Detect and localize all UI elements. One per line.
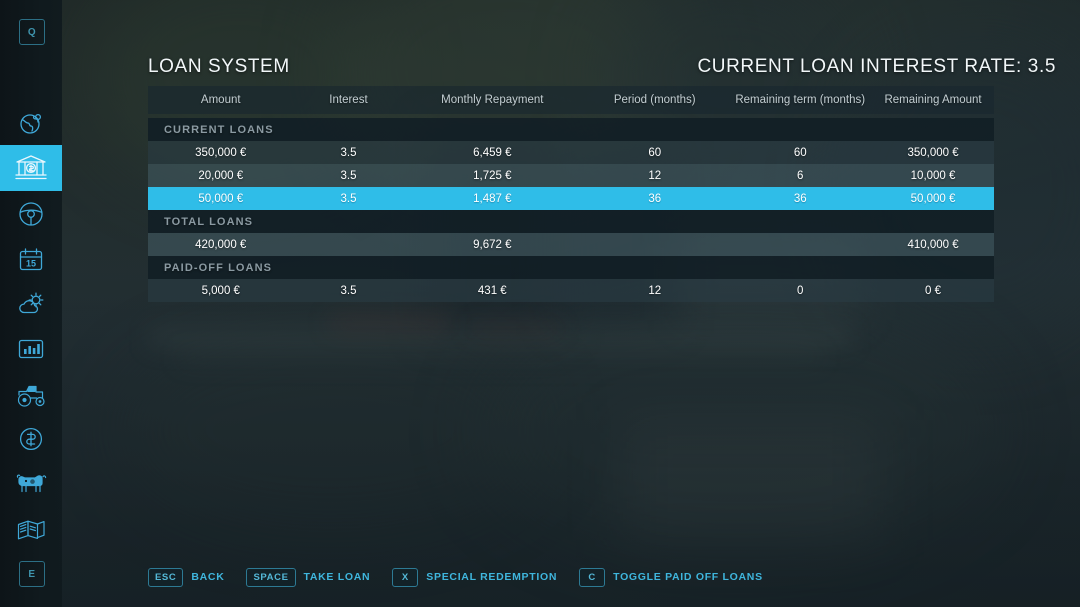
cell-interest: 3.5 — [340, 146, 357, 159]
sidebar: Q 15 E — [0, 0, 62, 607]
sidebar-item-contracts[interactable] — [0, 507, 62, 553]
sidebar-item-weather[interactable] — [0, 281, 62, 327]
table-row[interactable]: 20,000 € 3.5 1,725 € 12 6 10,000 € — [148, 164, 994, 187]
column-header-remaining-amount: Remaining Amount — [884, 94, 982, 106]
cell-monthly-repayment: 1,725 € — [473, 169, 512, 182]
hint-back[interactable]: ESC BACK — [148, 567, 225, 587]
cell-period: 12 — [648, 169, 662, 182]
cell-monthly-repayment: 1,487 € — [473, 192, 512, 205]
cell-interest — [294, 233, 404, 256]
price-icon — [17, 425, 45, 453]
section-title: PAID-OFF LOANS — [164, 261, 273, 274]
cell-remaining-term: 6 — [797, 169, 804, 182]
cell-remaining-term: 36 — [793, 192, 807, 205]
column-header-interest: Interest — [329, 94, 368, 106]
sidebar-item-statistics[interactable] — [0, 326, 62, 372]
table-row-selected[interactable]: 50,000 € 3.5 1,487 € 36 36 50,000 € — [148, 187, 994, 210]
cell-amount: 5,000 € — [201, 284, 240, 297]
hint-special-redemption[interactable]: X SPECIAL REDEMPTION — [392, 567, 558, 587]
calendar-icon: 15 — [17, 246, 45, 274]
cell-amount: 20,000 € — [198, 169, 244, 182]
section-title: CURRENT LOANS — [164, 123, 274, 136]
sidebar-next-tab-key[interactable]: E — [19, 561, 45, 587]
steering-wheel-icon — [17, 200, 45, 228]
sidebar-item-vehicles[interactable] — [0, 191, 62, 237]
column-header-monthly-repayment: Monthly Repayment — [441, 94, 544, 106]
cell-amount: 50,000 € — [198, 192, 244, 205]
cell-remaining-amount: 410,000 € — [907, 238, 959, 251]
cell-period: 12 — [648, 284, 662, 297]
hint-take-loan[interactable]: SPACE TAKE LOAN — [246, 567, 371, 587]
column-header-remaining-term: Remaining term (months) — [735, 94, 866, 106]
hint-label-toggle-paid-off-loans: TOGGLE PAID OFF LOANS — [613, 571, 763, 584]
sidebar-item-animals[interactable] — [0, 461, 62, 507]
contracts-icon — [16, 517, 46, 543]
hint-label-take-loan: TAKE LOAN — [303, 571, 371, 584]
hint-label-special-redemption: SPECIAL REDEMPTION — [426, 571, 558, 584]
cell-monthly-repayment: 6,459 € — [473, 146, 512, 159]
page-title: LOAN SYSTEM — [148, 56, 290, 77]
svg-text:15: 15 — [26, 258, 36, 268]
section-header-total-loans: TOTAL LOANS — [148, 210, 994, 233]
hint-key-c: C — [579, 567, 606, 587]
globe-settings-icon — [17, 110, 45, 138]
section-header-paid-off-loans: PAID-OFF LOANS — [148, 256, 994, 279]
sidebar-item-general-settings[interactable] — [0, 101, 62, 147]
cell-remaining-amount: 50,000 € — [910, 192, 956, 205]
hint-key-x: X — [392, 567, 419, 587]
hint-key-esc: ESC — [148, 567, 184, 587]
hint-label-back: BACK — [191, 571, 225, 584]
cell-period: 60 — [648, 146, 662, 159]
section-title: TOTAL LOANS — [164, 215, 254, 228]
weather-icon — [16, 291, 46, 317]
sidebar-item-finances[interactable] — [0, 145, 62, 191]
cell-remaining-amount: 10,000 € — [910, 169, 956, 182]
main-content: LOAN SYSTEM CURRENT LOAN INTEREST RATE: … — [62, 0, 1080, 607]
section-header-current-loans: CURRENT LOANS — [148, 118, 994, 141]
cell-remaining-term — [728, 233, 872, 256]
table-row[interactable]: 5,000 € 3.5 431 € 12 0 0 € — [148, 279, 994, 302]
cell-monthly-repayment: 431 € — [477, 284, 507, 297]
cell-interest: 3.5 — [340, 284, 357, 297]
loan-table: Amount Interest Monthly Repayment Period… — [148, 86, 994, 302]
cell-amount: 420,000 € — [195, 238, 247, 251]
cell-period: 36 — [648, 192, 662, 205]
hint-toggle-paid-off-loans[interactable]: C TOGGLE PAID OFF LOANS — [579, 567, 763, 587]
key-hint-bar: ESC BACK SPACE TAKE LOAN X SPECIAL REDEM… — [148, 567, 763, 587]
tractor-icon — [15, 382, 47, 408]
sidebar-item-calendar[interactable]: 15 — [0, 237, 62, 283]
cell-interest: 3.5 — [340, 169, 357, 182]
cell-monthly-repayment: 9,672 € — [473, 238, 512, 251]
table-header-row: Amount Interest Monthly Repayment Period… — [148, 86, 994, 114]
cell-period — [581, 233, 728, 256]
current-interest-rate: CURRENT LOAN INTEREST RATE: 3.5 — [697, 56, 1056, 77]
cell-remaining-amount: 350,000 € — [907, 146, 959, 159]
animals-icon — [15, 472, 47, 496]
table-row-total: 420,000 € 9,672 € 410,000 € — [148, 233, 994, 256]
statistics-icon — [17, 337, 45, 361]
hint-key-space: SPACE — [246, 567, 296, 587]
sidebar-item-prices[interactable] — [0, 416, 62, 462]
cell-amount: 350,000 € — [195, 146, 247, 159]
cell-remaining-amount: 0 € — [925, 284, 942, 297]
cell-remaining-term: 60 — [793, 146, 807, 159]
table-row[interactable]: 350,000 € 3.5 6,459 € 60 60 350,000 € — [148, 141, 994, 164]
sidebar-prev-tab-key[interactable]: Q — [19, 19, 45, 45]
cell-interest: 3.5 — [340, 192, 357, 205]
cell-remaining-term: 0 — [797, 284, 804, 297]
bank-icon — [15, 153, 47, 183]
column-header-amount: Amount — [200, 94, 241, 106]
sidebar-item-machines[interactable] — [0, 372, 62, 418]
column-header-period: Period (months) — [613, 94, 696, 106]
